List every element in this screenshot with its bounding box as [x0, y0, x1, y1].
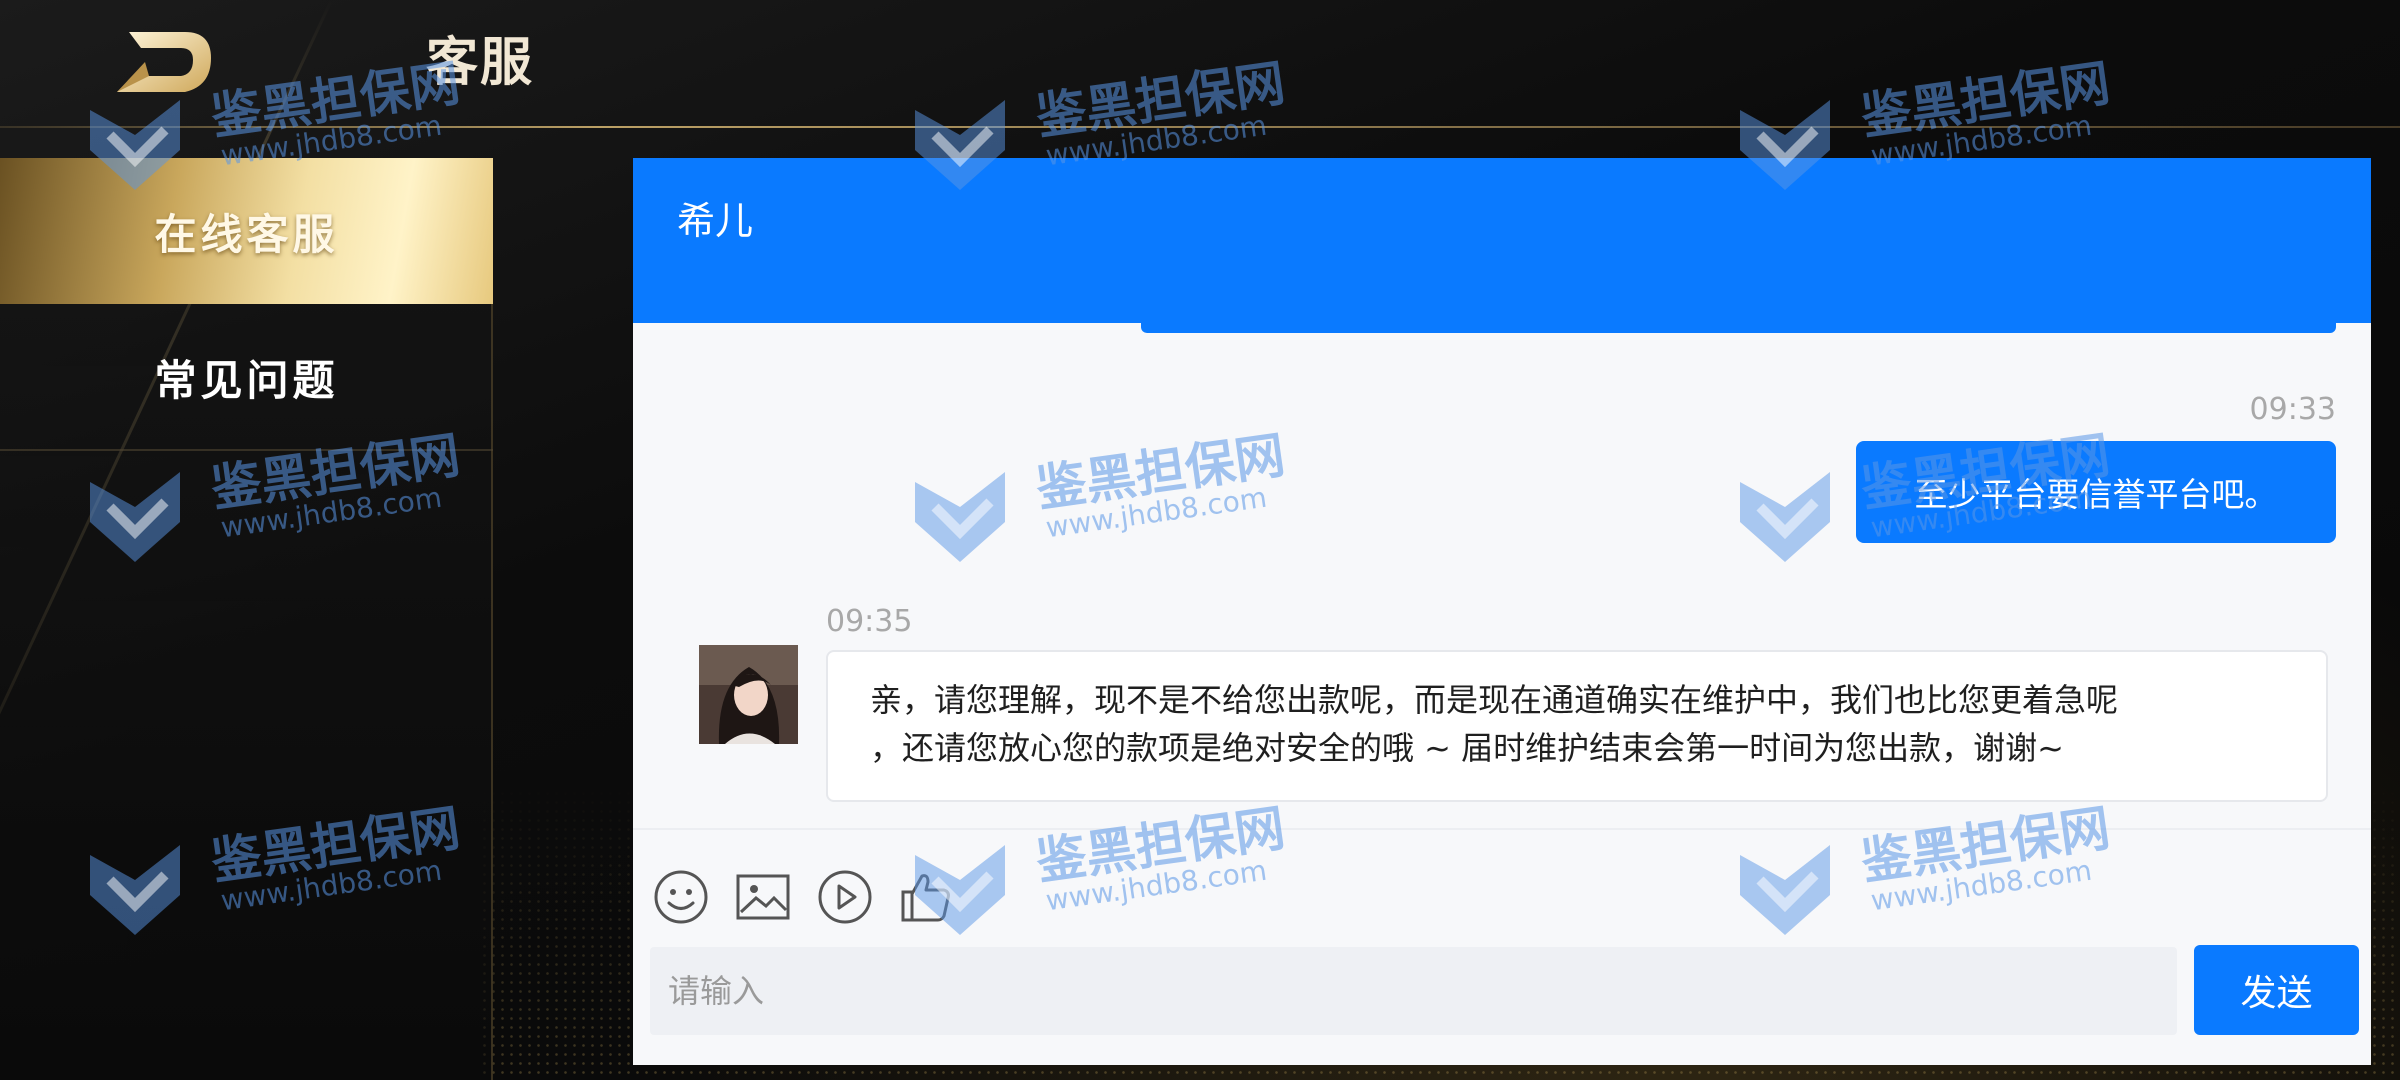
composer-divider — [633, 828, 2371, 830]
sidebar-item-label: 在线客服 — [154, 209, 339, 259]
message-text: 至少平台要信誉平台吧。 — [1914, 475, 2278, 514]
top-bar: 客服 — [0, 0, 2400, 126]
user-message-bubble: 至少平台要信誉平台吧。 — [1856, 441, 2336, 543]
sidebar-item-label: 常见问题 — [154, 355, 339, 405]
agent-avatar — [699, 645, 798, 744]
sidebar-item-faq[interactable]: 常见问题 — [0, 305, 493, 451]
agent-name: 希儿 — [677, 199, 754, 243]
thumbs-up-icon[interactable] — [898, 868, 956, 926]
header-strip — [1141, 323, 2336, 333]
send-button[interactable]: 发送 — [2194, 945, 2359, 1035]
message-time: 09:33 — [2249, 392, 2336, 427]
header-divider — [0, 126, 2400, 128]
message-time: 09:35 — [826, 604, 913, 639]
message-text-line: 亲，请您理解，现不是不给您出款呢，而是现在通道确实在维护中，我们也比您更着急呢 — [870, 681, 2119, 719]
message-text-line: ，还请您放心您的款项是绝对安全的哦 ~ 届时维护结束会第一时间为您出款，谢谢~ — [870, 729, 2064, 767]
chat-header: 希儿 — [633, 158, 2371, 323]
sidebar: 在线客服 常见问题 — [0, 158, 493, 1080]
message-input[interactable] — [650, 947, 2177, 1035]
sidebar-item-online-service[interactable]: 在线客服 — [0, 158, 493, 304]
back-logo-icon[interactable] — [115, 28, 215, 96]
video-icon[interactable] — [816, 868, 874, 926]
chat-panel: 希儿 09:33 至少平台要信誉平台吧。 09:35 亲，请您理解，现不是不给您… — [633, 158, 2371, 1065]
image-icon[interactable] — [734, 868, 792, 926]
agent-message-bubble: 亲，请您理解，现不是不给您出款呢，而是现在通道确实在维护中，我们也比您更着急呢 … — [826, 650, 2328, 802]
emoji-icon[interactable] — [652, 868, 710, 926]
page-title: 客服 — [426, 33, 535, 93]
